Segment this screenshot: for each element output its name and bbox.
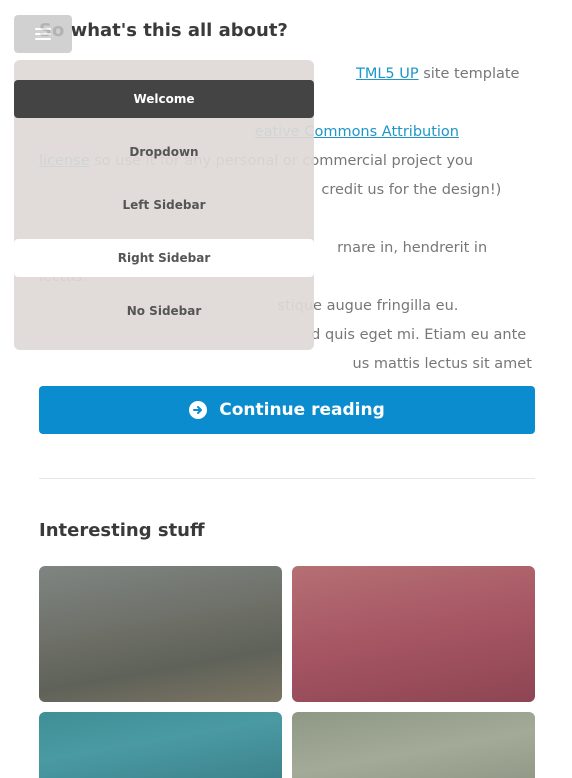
- nav-item-left-sidebar[interactable]: Left Sidebar: [14, 186, 314, 224]
- divider: [39, 478, 535, 479]
- interesting-stuff-title: Interesting stuff: [39, 520, 205, 541]
- continue-reading-button[interactable]: Continue reading: [39, 386, 535, 434]
- hamburger-icon: [35, 28, 51, 40]
- nav-item-right-sidebar[interactable]: Right Sidebar: [14, 239, 314, 277]
- nav-item-dropdown[interactable]: Dropdown: [14, 133, 314, 171]
- continue-reading-label: Continue reading: [219, 400, 385, 420]
- nav-item-no-sidebar[interactable]: No Sidebar: [14, 292, 314, 330]
- html5up-link[interactable]: TML5 UP: [356, 66, 419, 82]
- thumbnail-1[interactable]: [39, 566, 282, 702]
- thumbnail-3[interactable]: [39, 712, 282, 778]
- nav-dropdown-panel: Welcome Dropdown Left Sidebar Right Side…: [14, 60, 314, 350]
- thumbnail-4[interactable]: [292, 712, 535, 778]
- section-title: So what's this all about?: [39, 20, 288, 41]
- arrow-circle-right-icon: [189, 401, 208, 419]
- page: So what's this all about? This is Dopetr…: [0, 0, 572, 778]
- thumbnail-2[interactable]: [292, 566, 535, 702]
- nav-item-welcome[interactable]: Welcome: [14, 80, 314, 118]
- menu-toggle-button[interactable]: [14, 15, 72, 53]
